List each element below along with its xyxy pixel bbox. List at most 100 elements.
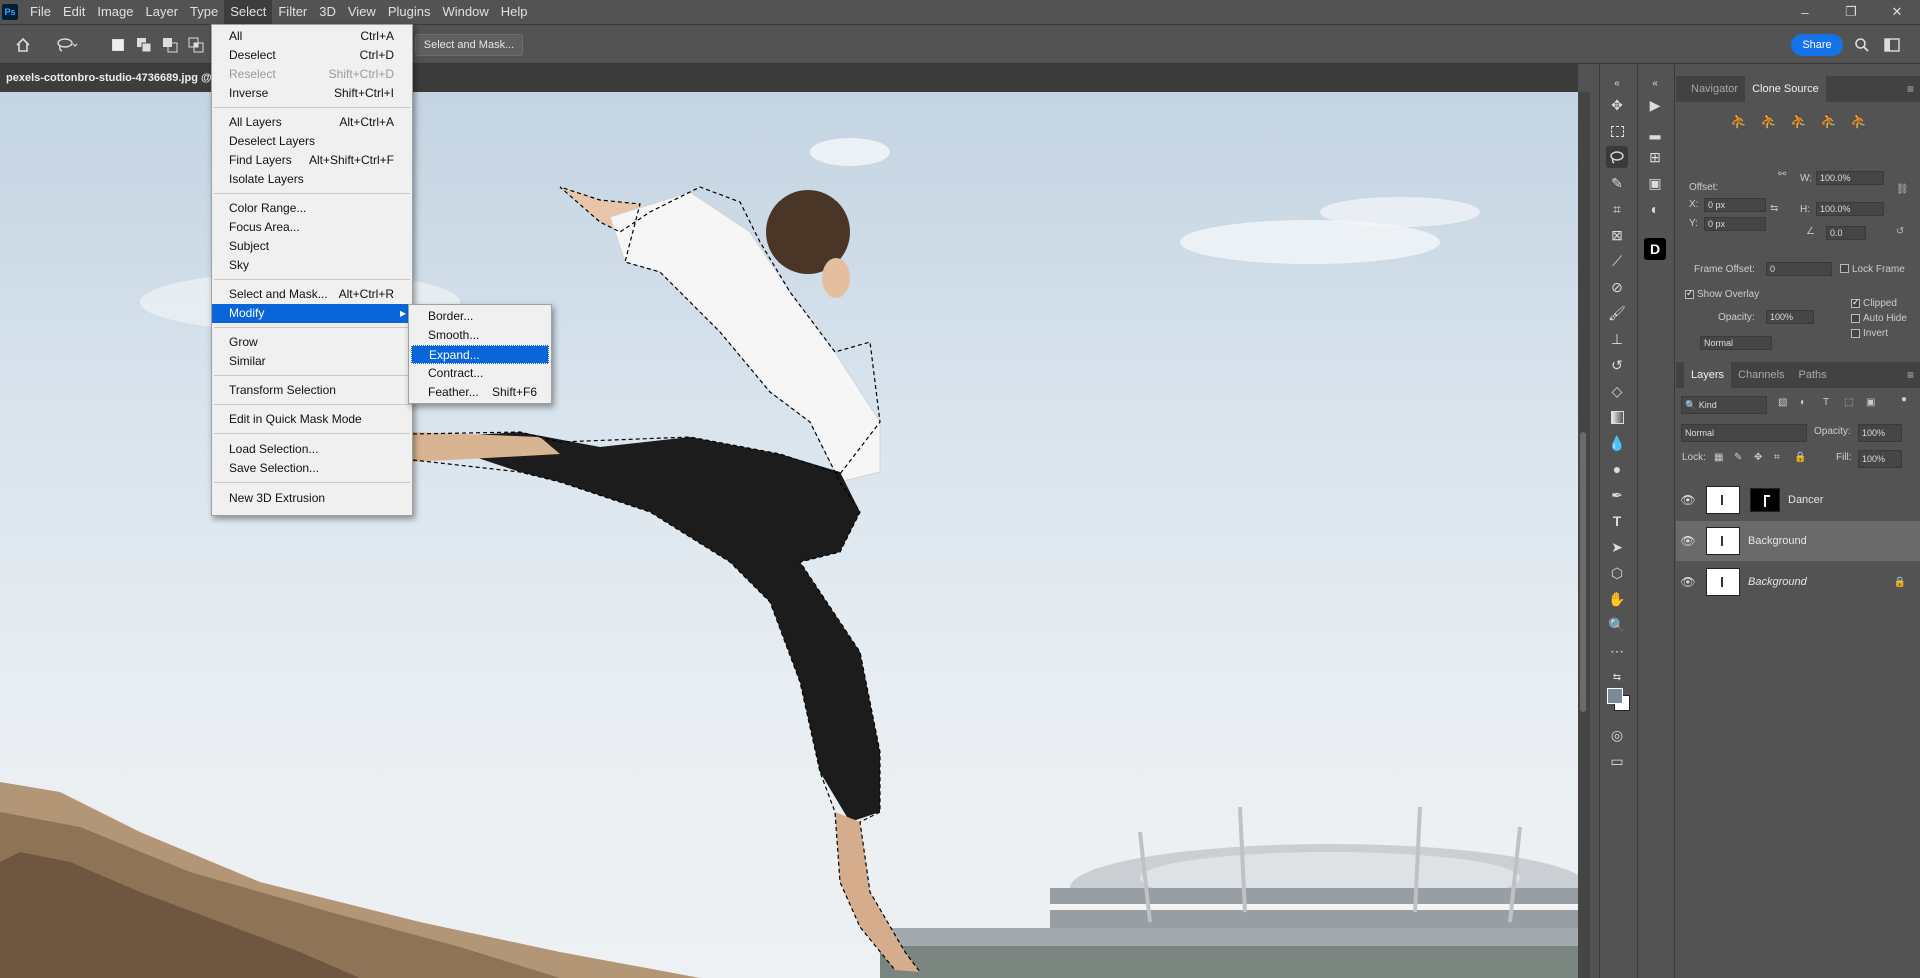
menu-item-load-selection[interactable]: Load Selection...: [212, 440, 412, 459]
menu-item-similar[interactable]: Similar: [212, 352, 412, 371]
menu-item-inverse[interactable]: Inverse Shift+Ctrl+I: [212, 84, 412, 103]
filter-type-icon[interactable]: T: [1823, 397, 1829, 408]
filter-adjustment-icon[interactable]: ◐: [1800, 397, 1806, 408]
menu-item-focus-area[interactable]: Focus Area...: [212, 218, 412, 237]
layers-menu-icon[interactable]: ≡: [1907, 368, 1914, 382]
type-tool-icon[interactable]: T: [1606, 510, 1628, 532]
screen-mode-icon[interactable]: ▭: [1606, 750, 1628, 772]
layer-mask-thumbnail[interactable]: [1750, 488, 1780, 512]
eyedropper-icon[interactable]: ⟋: [1606, 250, 1628, 272]
width-scale-field[interactable]: 100.0%: [1816, 171, 1884, 185]
layer-row-background-copy[interactable]: 👁 Background: [1676, 521, 1920, 561]
close-button[interactable]: ✕: [1874, 0, 1920, 24]
flip-icon[interactable]: ⇆: [1770, 203, 1778, 214]
plugin-icon[interactable]: D: [1644, 238, 1666, 260]
lock-all-icon[interactable]: 🔒: [1794, 452, 1806, 463]
menu-item-isolate-layers[interactable]: Isolate Layers: [212, 170, 412, 189]
tab-layers[interactable]: Layers: [1684, 362, 1732, 388]
quick-mask-icon[interactable]: ◎: [1606, 724, 1628, 746]
submenu-item-border[interactable]: Border...: [411, 307, 549, 326]
tab-channels[interactable]: Channels: [1731, 362, 1791, 388]
expand-panels-icon[interactable]: «: [1644, 72, 1666, 94]
blur-tool-icon[interactable]: 💧: [1606, 432, 1628, 454]
menu-item-save-selection[interactable]: Save Selection...: [212, 459, 412, 478]
layer-name[interactable]: Background: [1748, 535, 1807, 547]
menu-edit[interactable]: Edit: [57, 0, 91, 24]
marquee-tool-icon[interactable]: [1606, 120, 1628, 142]
menu-item-quick-mask[interactable]: Edit in Quick Mask Mode: [212, 410, 412, 429]
tab-paths[interactable]: Paths: [1792, 362, 1834, 388]
lasso-tool-preset-icon[interactable]: [56, 34, 78, 56]
menu-select[interactable]: Select: [224, 0, 273, 24]
more-tools-icon[interactable]: ⋯: [1606, 640, 1628, 662]
menu-3d[interactable]: 3D: [313, 0, 342, 24]
tab-clone-source[interactable]: Clone Source: [1745, 76, 1826, 102]
dodge-tool-icon[interactable]: ●: [1606, 458, 1628, 480]
blend-mode-select[interactable]: Normal: [1681, 424, 1807, 442]
clone-source-3-icon[interactable]: ⛹: [1788, 110, 1810, 132]
submenu-item-feather[interactable]: Feather... Shift+F6: [411, 383, 549, 402]
offset-y-field[interactable]: 0 px: [1704, 217, 1766, 231]
submenu-item-smooth[interactable]: Smooth...: [411, 326, 549, 345]
magic-wand-icon[interactable]: ✎: [1606, 172, 1628, 194]
home-icon[interactable]: [12, 34, 34, 56]
restore-button[interactable]: ❐: [1828, 0, 1874, 24]
layer-opacity-field[interactable]: 100%: [1858, 424, 1902, 442]
menu-plugins[interactable]: Plugins: [382, 0, 437, 24]
menu-item-find-layers[interactable]: Find Layers Alt+Shift+Ctrl+F: [212, 151, 412, 170]
visibility-eye-icon[interactable]: 👁: [1676, 493, 1700, 507]
menu-image[interactable]: Image: [91, 0, 139, 24]
collapse-icon[interactable]: «: [1606, 72, 1628, 94]
tab-navigator[interactable]: Navigator: [1684, 76, 1745, 102]
add-to-selection-icon[interactable]: [133, 34, 155, 56]
swap-colors-icon[interactable]: ⇆: [1606, 666, 1628, 688]
shape-tool-icon[interactable]: ⬡: [1606, 562, 1628, 584]
layer-filter-select[interactable]: 🔍 Kind: [1681, 396, 1767, 414]
menu-layer[interactable]: Layer: [140, 0, 185, 24]
frame-offset-field[interactable]: 0: [1766, 262, 1832, 276]
clone-source-2-icon[interactable]: ⛹: [1758, 110, 1780, 132]
actions-icon[interactable]: ▶: [1644, 94, 1666, 116]
menu-item-sky[interactable]: Sky: [212, 256, 412, 275]
menu-item-new-3d-extrusion[interactable]: New 3D Extrusion: [212, 489, 412, 508]
menu-filter[interactable]: Filter: [272, 0, 313, 24]
layer-row-dancer[interactable]: 👁 Dancer: [1676, 480, 1920, 520]
scroll-thumb[interactable]: [1580, 432, 1586, 712]
menu-file[interactable]: File: [24, 0, 57, 24]
lock-position-icon[interactable]: ✥: [1754, 452, 1762, 463]
menu-window[interactable]: Window: [436, 0, 494, 24]
new-selection-icon[interactable]: [107, 34, 129, 56]
submenu-item-contract[interactable]: Contract...: [411, 364, 549, 383]
menu-item-deselect-layers[interactable]: Deselect Layers: [212, 132, 412, 151]
menu-help[interactable]: Help: [495, 0, 534, 24]
select-and-mask-button[interactable]: Select and Mask...: [415, 34, 523, 56]
layer-fill-field[interactable]: 100%: [1858, 450, 1902, 468]
path-selection-icon[interactable]: ➤: [1606, 536, 1628, 558]
share-button[interactable]: Share: [1791, 34, 1843, 56]
filter-pixel-icon[interactable]: ▧: [1778, 397, 1787, 408]
filter-toggle-icon[interactable]: ●: [1901, 394, 1907, 405]
subtract-from-selection-icon[interactable]: [159, 34, 181, 56]
vertical-scrollbar[interactable]: [1578, 92, 1590, 978]
visibility-eye-icon[interactable]: 👁: [1676, 575, 1700, 589]
invert-checkbox[interactable]: [1851, 329, 1860, 338]
clone-source-5-icon[interactable]: ⛹: [1848, 110, 1870, 132]
clone-source-4-icon[interactable]: ⛹: [1818, 110, 1840, 132]
hand-tool-icon[interactable]: ✋: [1606, 588, 1628, 610]
chain-link-icon[interactable]: ⛓: [1896, 184, 1909, 195]
menu-view[interactable]: View: [342, 0, 382, 24]
foreground-color-swatch[interactable]: [1607, 688, 1623, 704]
layer-lock-icon[interactable]: 🔒: [1894, 577, 1906, 588]
link-icon[interactable]: ⚯: [1778, 169, 1786, 180]
panel-menu-icon[interactable]: ≡: [1907, 82, 1914, 96]
height-scale-field[interactable]: 100.0%: [1816, 202, 1884, 216]
workspace-icon[interactable]: [1881, 34, 1903, 56]
lock-transparent-icon[interactable]: ▦: [1714, 452, 1723, 463]
reset-icon[interactable]: ↺: [1896, 226, 1904, 237]
menu-item-all[interactable]: All Ctrl+A: [212, 27, 412, 46]
overlay-blend-select[interactable]: Normal: [1700, 336, 1772, 350]
menu-item-grow[interactable]: Grow: [212, 333, 412, 352]
crop-tool-icon[interactable]: ⌗: [1606, 198, 1628, 220]
minimize-button[interactable]: –: [1782, 0, 1828, 24]
menu-item-subject[interactable]: Subject: [212, 237, 412, 256]
